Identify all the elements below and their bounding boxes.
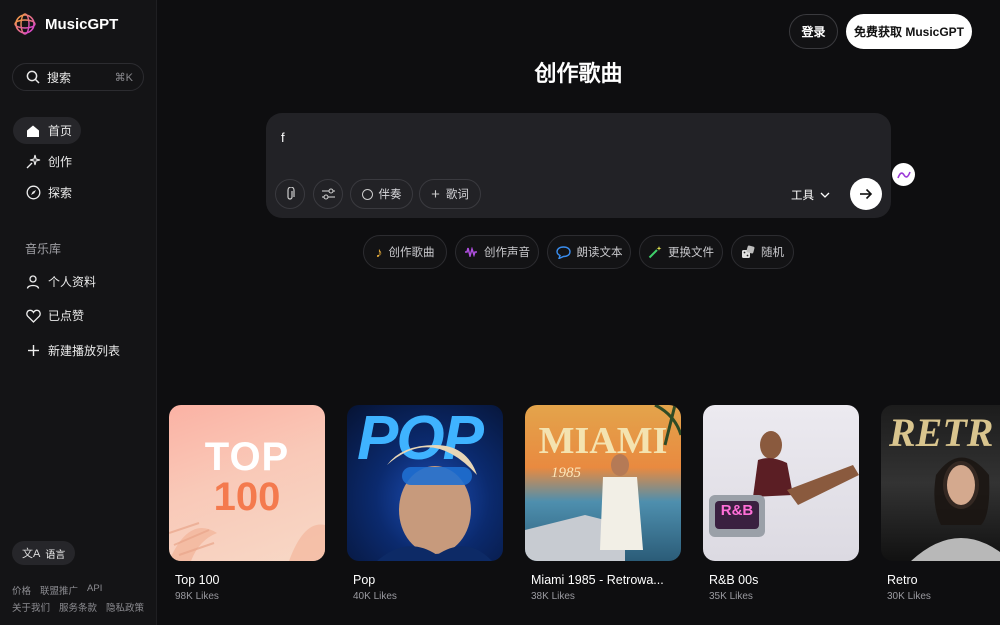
translate-icon: 文A xyxy=(22,548,41,560)
home-icon xyxy=(25,123,41,139)
language-button[interactable]: 文A 语言 xyxy=(12,541,76,565)
prompt-input[interactable]: f xyxy=(281,130,285,145)
nav-home-label: 首页 xyxy=(48,124,73,138)
prompt-composer: f 伴奏 + 歌词 工具 xyxy=(266,113,891,218)
playlist-likes: 38K Likes xyxy=(531,591,575,602)
chip-change-file-label: 更换文件 xyxy=(668,247,714,259)
footer-link-affiliate[interactable]: 联盟推广 xyxy=(40,583,78,597)
search-label: 搜索 xyxy=(47,70,72,85)
footer-link-api[interactable]: API xyxy=(87,583,102,597)
nav-explore[interactable]: 探索 xyxy=(13,179,149,206)
submit-button[interactable] xyxy=(850,178,882,210)
radio-circle-icon xyxy=(361,188,373,200)
cover-text-100: 100 xyxy=(213,475,281,519)
footer-links-row2: 关于我们 服务条款 隐私政策 xyxy=(12,600,144,614)
chip-create-voice-label: 创作声音 xyxy=(484,247,530,259)
tools-label: 工具 xyxy=(791,190,814,202)
search-shortcut: ⌘K xyxy=(114,71,133,84)
nav-profile-label: 个人资料 xyxy=(48,275,97,289)
playlist-likes: 40K Likes xyxy=(353,591,397,602)
playlist-card[interactable]: R&B R&B 00s 35K Likes xyxy=(703,405,859,602)
playlist-card[interactable]: POP Pop 40K Likes xyxy=(347,405,503,602)
playlist-cover: POP xyxy=(347,405,503,561)
nav-profile[interactable]: 个人资料 xyxy=(13,268,149,295)
nav-new-playlist-label: 新建播放列表 xyxy=(48,344,121,358)
musicgpt-logo-icon xyxy=(14,13,36,35)
chip-change-file[interactable]: 更换文件 xyxy=(639,235,723,269)
footer-link-pricing[interactable]: 价格 xyxy=(12,583,31,597)
cover-text-rnb: R&B xyxy=(720,502,754,519)
paperclip-icon xyxy=(287,187,295,200)
signup-button[interactable]: 免费获取 MusicGPT xyxy=(846,14,972,49)
nav-liked[interactable]: 已点赞 xyxy=(13,302,149,329)
footer-link-terms[interactable]: 服务条款 xyxy=(59,600,97,614)
playlist-likes: 30K Likes xyxy=(887,591,931,602)
app-name: MusicGPT xyxy=(45,15,119,33)
playlist-name: Retro xyxy=(887,573,918,587)
playlist-card[interactable]: RETR Retro 30K Likes xyxy=(881,405,1000,602)
chip-random[interactable]: 随机 xyxy=(731,235,794,269)
playlist-likes: 35K Likes xyxy=(709,591,753,602)
sliders-icon xyxy=(321,188,335,200)
nav-explore-label: 探索 xyxy=(48,186,73,200)
heart-icon xyxy=(25,308,41,324)
settings-button[interactable] xyxy=(313,179,343,209)
playlist-cover: RETR xyxy=(881,405,1000,561)
chip-read-text-label: 朗读文本 xyxy=(576,247,623,259)
app-logo[interactable]: MusicGPT xyxy=(13,12,118,36)
magic-wand-icon xyxy=(648,246,662,259)
waveform-icon xyxy=(465,247,477,257)
user-icon xyxy=(25,274,41,290)
nav-home[interactable]: 首页 xyxy=(13,117,81,144)
accompaniment-label: 伴奏 xyxy=(378,189,402,201)
waveform-logo-icon xyxy=(896,171,911,178)
playlist-likes: 98K Likes xyxy=(175,591,219,602)
page-title: 创作歌曲 xyxy=(534,61,623,86)
library-title: 音乐库 xyxy=(25,242,62,256)
playlist-card[interactable]: TOP 100 Top 100 98K Likes xyxy=(169,405,325,602)
login-button[interactable]: 登录 xyxy=(789,14,838,49)
cover-text-top: TOP xyxy=(204,435,290,479)
footer-link-about[interactable]: 关于我们 xyxy=(12,600,50,614)
nav-create-label: 创作 xyxy=(48,155,73,169)
footer-link-privacy[interactable]: 隐私政策 xyxy=(106,600,144,614)
playlist-cover: MIAMI 1985 xyxy=(525,405,681,561)
footer-links-row1: 价格 联盟推广 API xyxy=(12,583,102,597)
playlist-name: Pop xyxy=(353,573,376,587)
music-note-icon: ♪ xyxy=(375,244,383,260)
arrow-right-icon xyxy=(860,188,873,200)
chip-create-voice[interactable]: 创作声音 xyxy=(455,235,539,269)
chip-random-label: 随机 xyxy=(761,247,784,259)
sparkle-icon xyxy=(25,154,41,170)
language-label: 语言 xyxy=(45,549,66,561)
playlist-name: R&B 00s xyxy=(709,573,759,587)
chip-create-song-label: 创作歌曲 xyxy=(388,247,435,259)
lyrics-button[interactable]: + 歌词 xyxy=(419,179,481,209)
plus-icon xyxy=(25,343,41,359)
sidebar: MusicGPT 搜索 ⌘K 首页 创作 探索 音乐库 个人资料 已点赞 新建播… xyxy=(0,0,157,625)
nav-liked-label: 已点赞 xyxy=(48,309,85,323)
playlist-name: Top 100 xyxy=(175,573,220,587)
tools-dropdown[interactable]: 工具 xyxy=(791,187,830,203)
chevron-down-icon xyxy=(820,192,830,198)
nav-new-playlist[interactable]: 新建播放列表 xyxy=(13,337,149,364)
search-button[interactable]: 搜索 ⌘K xyxy=(12,63,144,91)
accompaniment-toggle[interactable]: 伴奏 xyxy=(350,179,413,209)
playlist-card[interactable]: MIAMI 1985 Miami 1985 - Retrowa... 38K L… xyxy=(525,405,681,602)
nav-create[interactable]: 创作 xyxy=(13,148,149,175)
compass-icon xyxy=(25,185,41,201)
playlist-name: Miami 1985 - Retrowa... xyxy=(531,573,664,587)
chip-create-song[interactable]: ♪ 创作歌曲 xyxy=(363,235,447,269)
attach-button[interactable] xyxy=(275,179,305,209)
search-icon xyxy=(26,70,40,84)
speech-bubble-icon xyxy=(555,245,571,259)
playlist-cover: TOP 100 xyxy=(169,405,325,561)
playlist-cover: R&B xyxy=(703,405,859,561)
assistant-badge[interactable] xyxy=(892,163,915,186)
plus-icon: + xyxy=(431,185,440,203)
lyrics-label: 歌词 xyxy=(445,189,469,201)
dice-icon xyxy=(742,245,755,258)
chip-read-text[interactable]: 朗读文本 xyxy=(547,235,631,269)
